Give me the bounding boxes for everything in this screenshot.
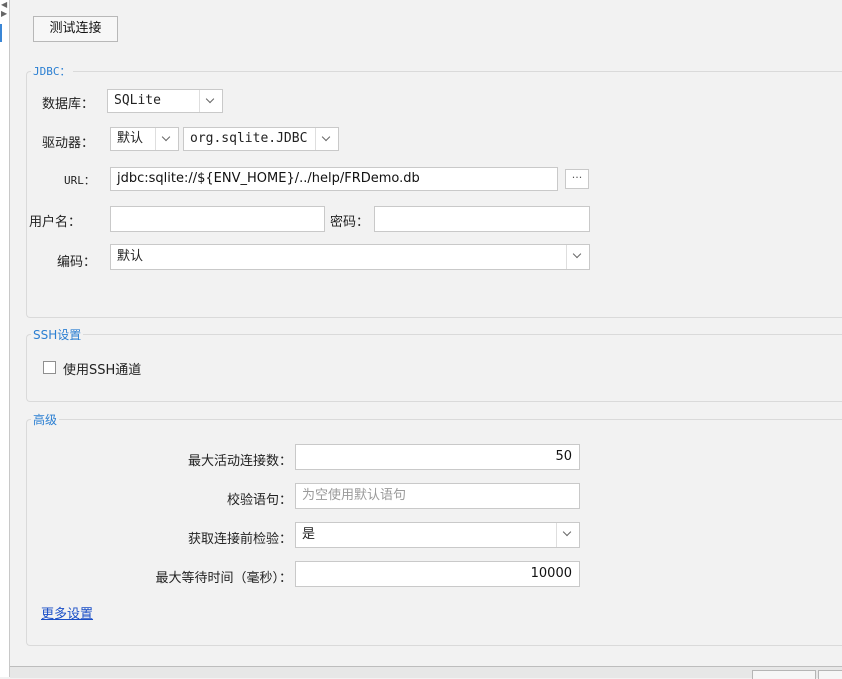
test-before-value: 是 xyxy=(302,527,316,542)
driver-mode-select[interactable]: 默认 xyxy=(110,127,179,151)
database-label: 数据库： xyxy=(42,97,95,112)
collapse-right-icon[interactable]: ▶ xyxy=(1,9,7,18)
max-active-input[interactable]: 50 xyxy=(295,444,580,470)
chevron-down-icon[interactable] xyxy=(566,245,589,269)
encoding-value: 默认 xyxy=(117,249,144,264)
bottom-status-bar xyxy=(10,666,842,679)
password-input[interactable] xyxy=(374,206,590,232)
encoding-label: 编码： xyxy=(57,255,97,270)
rail-selection-marker xyxy=(0,24,2,42)
driver-class-value: org.sqlite.JDBC xyxy=(190,131,308,146)
url-browse-button[interactable]: ··· xyxy=(565,169,589,189)
driver-class-select[interactable]: org.sqlite.JDBC xyxy=(183,127,339,151)
advanced-legend: 高级 xyxy=(31,411,60,428)
left-collapse-rail[interactable]: ◀ ▶ xyxy=(0,0,10,677)
url-label: URL： xyxy=(64,174,95,187)
max-wait-input[interactable]: 10000 xyxy=(295,561,580,587)
username-input[interactable] xyxy=(110,206,325,232)
jdbc-legend: JDBC： xyxy=(31,63,73,79)
test-before-select[interactable]: 是 xyxy=(295,522,580,548)
database-select[interactable]: SQLite xyxy=(107,89,223,113)
encoding-select[interactable]: 默认 xyxy=(110,244,590,270)
ssh-tunnel-checkbox[interactable] xyxy=(43,361,56,374)
chevron-down-icon[interactable] xyxy=(155,128,178,150)
max-wait-label: 最大等待时间（毫秒）： xyxy=(155,571,292,586)
ssh-group xyxy=(26,334,842,402)
bottom-button[interactable] xyxy=(752,670,816,679)
password-label: 密码： xyxy=(330,215,370,230)
collapse-up-icon[interactable]: ◀ xyxy=(1,0,7,9)
ssh-legend: SSH设置 xyxy=(31,326,84,343)
test-before-label: 获取连接前检验： xyxy=(187,532,292,547)
driver-mode-value: 默认 xyxy=(117,131,144,146)
driver-label: 驱动器： xyxy=(42,136,95,151)
validation-query-label: 校验语句： xyxy=(226,493,292,508)
more-settings-link[interactable]: 更多设置 xyxy=(41,603,93,622)
max-active-label: 最大活动连接数： xyxy=(187,454,292,469)
validation-query-input[interactable]: 为空使用默认语句 xyxy=(295,483,580,509)
chevron-down-icon[interactable] xyxy=(315,128,338,150)
bottom-button[interactable] xyxy=(818,670,842,679)
username-label: 用户名： xyxy=(29,215,82,230)
chevron-down-icon[interactable] xyxy=(199,90,222,112)
chevron-down-icon[interactable] xyxy=(556,523,579,547)
ssh-tunnel-label[interactable]: 使用SSH通道 xyxy=(63,359,141,378)
test-connection-button[interactable]: 测试连接 xyxy=(33,16,118,42)
database-value: SQLite xyxy=(114,93,161,108)
url-input[interactable]: jdbc:sqlite://${ENV_HOME}/../help/FRDemo… xyxy=(110,167,558,191)
